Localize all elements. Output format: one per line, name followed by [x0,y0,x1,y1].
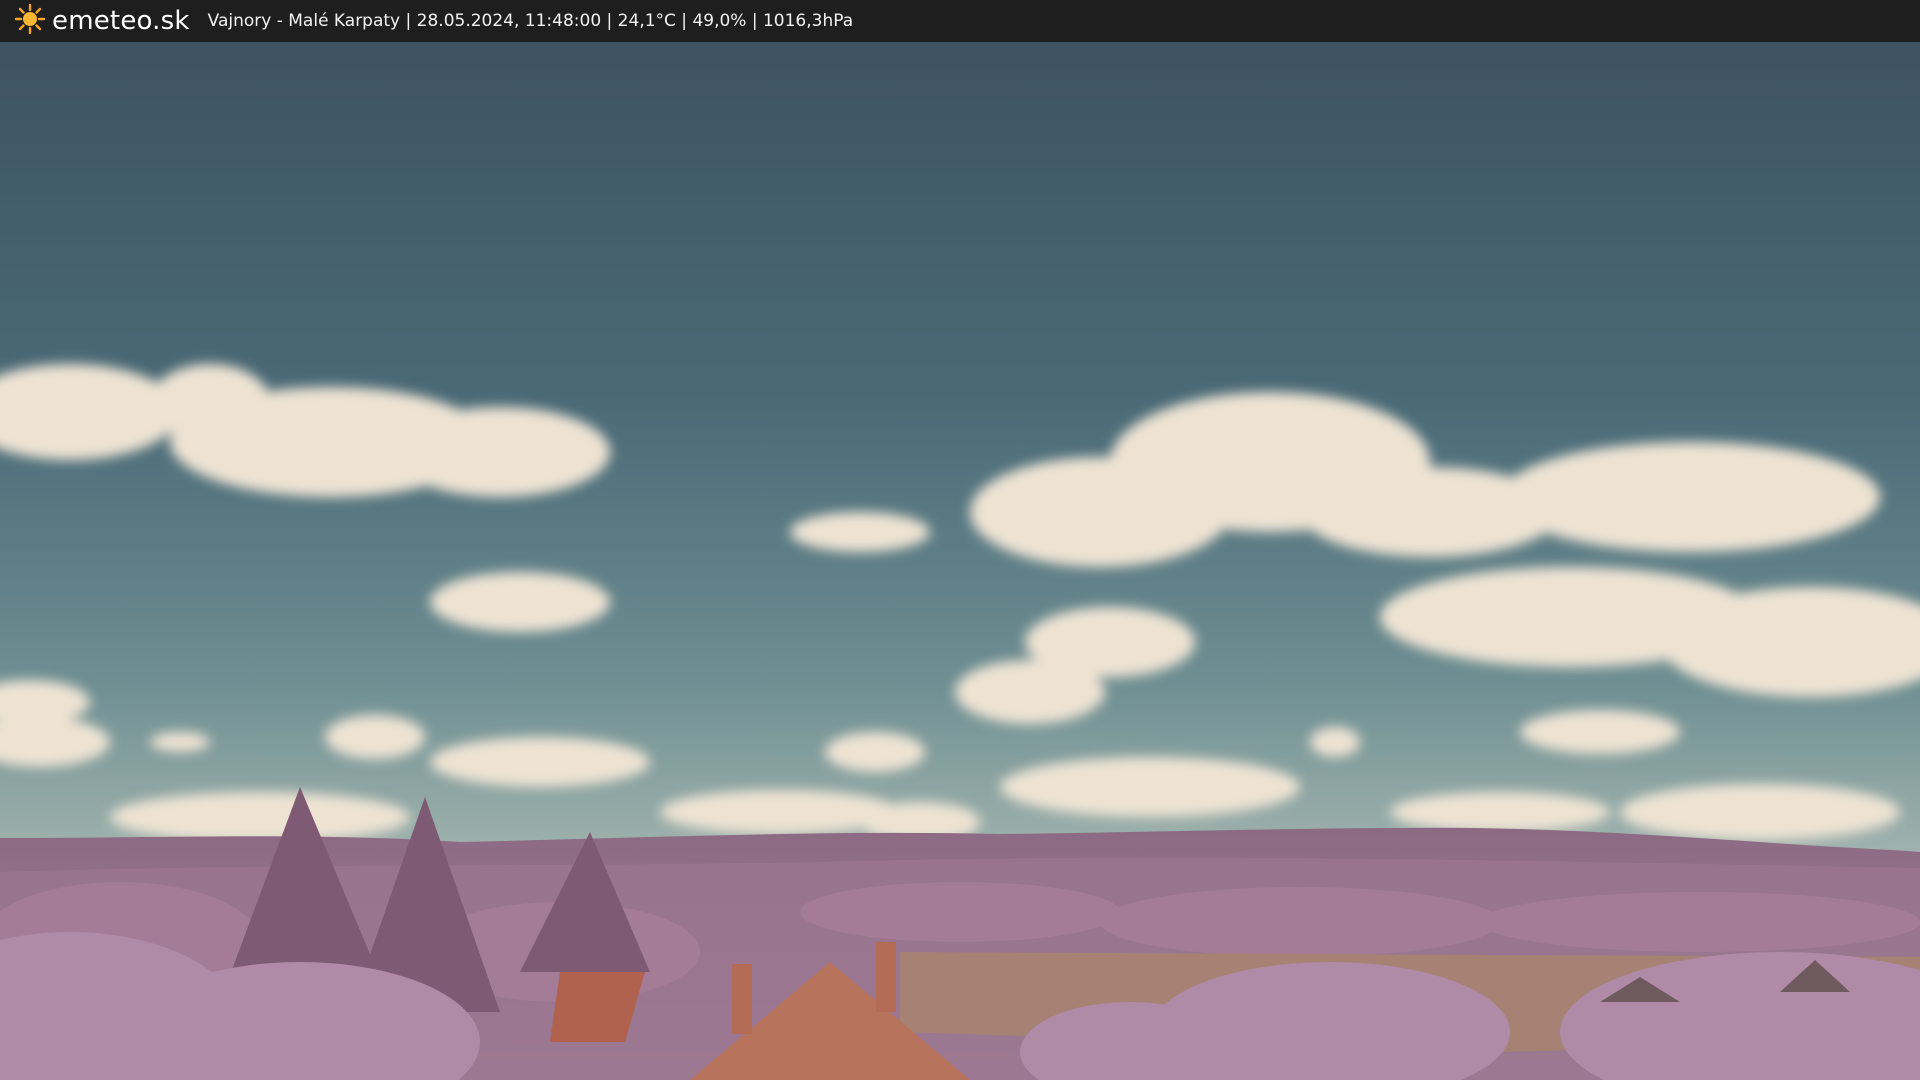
sun-icon [14,3,46,39]
webcam-image [0,42,1920,1080]
brand-name: emeteo.sk [52,6,190,36]
logo[interactable]: emeteo.sk [14,3,190,39]
top-bar: emeteo.sk Vajnory - Malé Karpaty | 28.05… [0,0,1920,42]
webcam-caption: Vajnory - Malé Karpaty | 28.05.2024, 11:… [207,11,854,31]
